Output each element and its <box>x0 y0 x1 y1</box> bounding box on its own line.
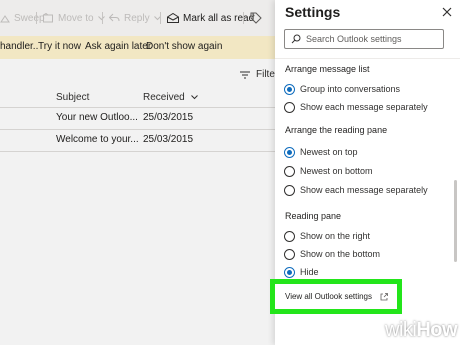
reading-pane-order-heading: Arrange the reading pane <box>285 125 388 135</box>
option-label: Show on the bottom <box>300 249 381 259</box>
radio-button-selected[interactable] <box>284 83 295 95</box>
filter-icon <box>240 71 250 78</box>
view-all-settings-link[interactable]: View all Outlook settings <box>285 292 388 301</box>
radio-button[interactable] <box>284 165 295 177</box>
row-received: 25/03/2015 <box>143 134 194 145</box>
table-row[interactable]: Your new Outloo... 25/03/2015 <box>0 107 275 129</box>
radio-button[interactable] <box>284 184 295 196</box>
radio-group-conversations[interactable]: Group into conversations <box>284 82 400 96</box>
toolbar-divider <box>243 12 244 24</box>
command-bar: Sweep Move to Reply Mark all as read <box>0 0 275 36</box>
reply-button[interactable]: Reply <box>109 10 161 26</box>
move-to-button[interactable]: Move to <box>43 10 105 26</box>
option-label: Show each message separately <box>300 185 428 195</box>
filter-button[interactable]: Filter <box>240 69 278 80</box>
radio-button[interactable] <box>284 248 295 260</box>
sweep-label: Sweep <box>14 12 45 24</box>
move-to-label: Move to <box>58 12 94 24</box>
row-received: 25/03/2015 <box>143 112 194 123</box>
received-header-label: Received <box>143 92 185 103</box>
reading-pane-heading: Reading pane <box>285 211 342 221</box>
highlight-box: View all Outlook settings <box>270 279 402 314</box>
radio-hide[interactable]: Hide <box>284 265 319 279</box>
settings-title: Settings <box>285 4 341 20</box>
notification-banner: handler.. Try it now Ask again later Don… <box>0 36 275 59</box>
view-all-settings-label: View all Outlook settings <box>285 292 373 301</box>
watermark-wiki: wiki <box>385 319 417 341</box>
ask-again-later-link[interactable]: Ask again later <box>85 41 151 52</box>
settings-search-input[interactable] <box>306 34 436 44</box>
chevron-down-icon <box>190 95 198 100</box>
toolbar-divider <box>160 12 161 24</box>
wikihow-watermark: wikiHow <box>385 319 458 342</box>
toolbar-divider <box>36 12 37 24</box>
radio-newest-on-top[interactable]: Newest on top <box>284 145 358 159</box>
row-subject: Your new Outloo... <box>56 112 138 123</box>
open-external-icon <box>380 292 388 300</box>
reply-icon <box>109 13 120 22</box>
sweep-button[interactable]: Sweep <box>0 10 45 26</box>
settings-search-box[interactable] <box>284 29 444 49</box>
message-list: Filter Subject Received Your new Outloo.… <box>0 59 278 345</box>
option-label: Show each message separately <box>300 102 428 112</box>
subject-column-header[interactable]: Subject <box>56 92 89 103</box>
radio-button-selected[interactable] <box>284 266 295 278</box>
option-label: Show on the right <box>300 231 371 241</box>
mail-pane: Sweep Move to Reply Mark all as read han… <box>0 0 278 345</box>
folder-move-icon <box>43 13 53 23</box>
watermark-how: How <box>416 319 458 341</box>
received-column-header[interactable]: Received <box>143 92 198 103</box>
option-label: Newest on top <box>300 147 358 157</box>
toolbar-divider <box>102 12 103 24</box>
radio-show-on-right[interactable]: Show on the right <box>284 229 370 243</box>
close-icon[interactable] <box>440 5 454 19</box>
list-divider <box>0 151 275 152</box>
radio-button[interactable] <box>284 230 295 242</box>
sweep-icon <box>0 15 10 23</box>
banner-text: handler.. <box>0 41 39 52</box>
scrollbar[interactable] <box>454 180 457 262</box>
option-label: Hide <box>300 267 319 277</box>
subject-header-label: Subject <box>56 92 90 103</box>
try-it-now-link[interactable]: Try it now <box>38 41 81 52</box>
tag-button[interactable] <box>250 10 262 26</box>
radio-newest-on-bottom[interactable]: Newest on bottom <box>284 164 373 178</box>
reply-label: Reply <box>124 12 150 24</box>
radio-show-each-separately[interactable]: Show each message separately <box>284 183 428 197</box>
envelope-open-icon <box>167 13 179 23</box>
table-row[interactable]: Welcome to your... 25/03/2015 <box>0 129 275 151</box>
radio-button-selected[interactable] <box>284 146 295 158</box>
mark-all-read-button[interactable]: Mark all as read <box>167 10 254 26</box>
message-list-heading: Arrange message list <box>285 64 370 74</box>
option-label: Newest on bottom <box>300 166 373 176</box>
dont-show-again-link[interactable]: Don't show again <box>146 41 222 52</box>
radio-show-on-bottom[interactable]: Show on the bottom <box>284 247 380 261</box>
header-divider <box>275 58 460 59</box>
option-label: Group into conversations <box>300 84 401 94</box>
row-subject: Welcome to your... <box>56 134 139 145</box>
radio-show-each-message[interactable]: Show each message separately <box>284 100 428 114</box>
tag-icon <box>250 12 262 24</box>
radio-button[interactable] <box>284 101 295 113</box>
search-icon <box>291 34 301 44</box>
